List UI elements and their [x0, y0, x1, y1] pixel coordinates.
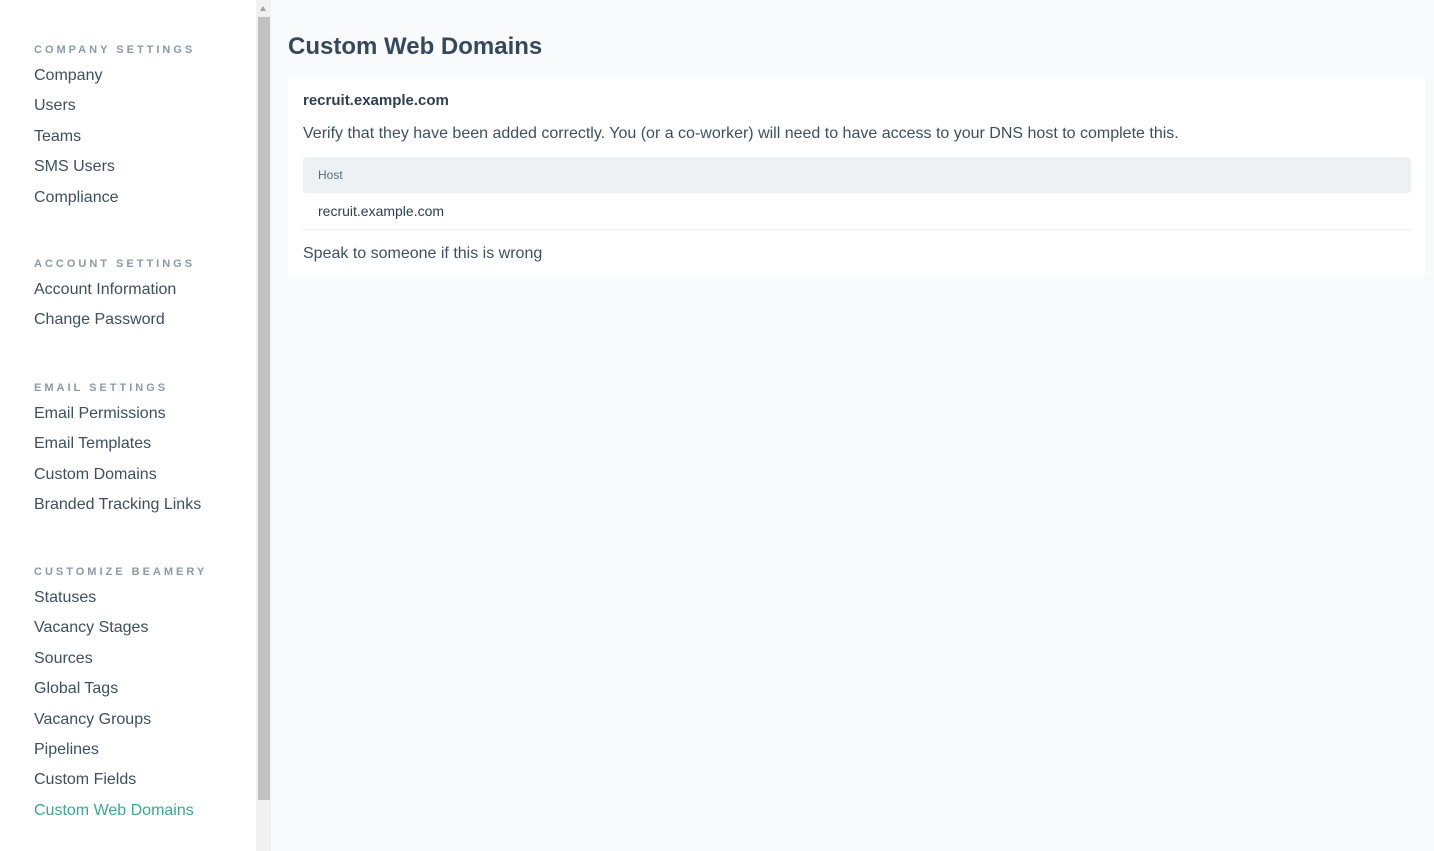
sidebar-item-statuses[interactable]: Statuses — [34, 583, 207, 613]
sidebar-item-email-permissions[interactable]: Email Permissions — [34, 399, 201, 429]
section-heading: CUSTOMIZE BEAMERY — [34, 566, 208, 578]
sidebar-scrollbar[interactable] — [256, 0, 271, 851]
domain-card: recruit.example.com Verify that they hav… — [288, 77, 1425, 277]
sidebar-item-compliance[interactable]: Compliance — [34, 183, 195, 213]
sidebar-section-company-settings: COMPANY SETTINGS Company Users Teams SMS… — [34, 43, 195, 213]
sidebar-item-custom-domains[interactable]: Custom Domains — [34, 460, 201, 490]
sidebar-item-account-information[interactable]: Account Information — [34, 275, 195, 305]
column-header-host: Host — [318, 168, 343, 182]
sidebar-item-vacancy-groups[interactable]: Vacancy Groups — [34, 705, 207, 735]
sidebar-item-branded-tracking-links[interactable]: Branded Tracking Links — [34, 490, 201, 520]
sidebar-item-change-password[interactable]: Change Password — [34, 305, 195, 335]
sidebar-item-sources[interactable]: Sources — [34, 644, 207, 674]
main-content: Custom Web Domains recruit.example.com V… — [271, 0, 1434, 851]
sidebar-section-account-settings: ACCOUNT SETTINGS Account Information Cha… — [34, 257, 195, 336]
scrollbar-thumb[interactable] — [258, 17, 270, 800]
section-heading: EMAIL SETTINGS — [34, 382, 169, 394]
sidebar-item-global-tags[interactable]: Global Tags — [34, 674, 207, 704]
scroll-up-arrow-icon[interactable] — [256, 0, 271, 17]
domain-title: recruit.example.com — [303, 92, 449, 109]
sidebar-item-teams[interactable]: Teams — [34, 122, 195, 152]
page-title: Custom Web Domains — [288, 33, 543, 60]
sidebar-item-users[interactable]: Users — [34, 91, 195, 121]
table-header: Host — [303, 157, 1411, 193]
sidebar-item-company[interactable]: Company — [34, 61, 195, 91]
sidebar-item-custom-web-domains[interactable]: Custom Web Domains — [34, 796, 207, 826]
app-window: COMPANY SETTINGS Company Users Teams SMS… — [0, 0, 1434, 851]
speak-to-someone-link[interactable]: Speak to someone if this is wrong — [303, 243, 542, 265]
section-heading: COMPANY SETTINGS — [34, 44, 196, 56]
section-heading: ACCOUNT SETTINGS — [34, 258, 196, 270]
table-row: recruit.example.com — [303, 193, 1411, 230]
sidebar-section-customize-beamery: CUSTOMIZE BEAMERY Statuses Vacancy Stage… — [34, 565, 207, 826]
verification-description: Verify that they have been added correct… — [303, 125, 1179, 142]
dns-table: Host recruit.example.com — [303, 157, 1411, 230]
sidebar-section-email-settings: EMAIL SETTINGS Email Permissions Email T… — [34, 381, 201, 521]
host-cell: recruit.example.com — [318, 203, 445, 219]
sidebar-item-pipelines[interactable]: Pipelines — [34, 735, 207, 765]
sidebar-item-sms-users[interactable]: SMS Users — [34, 152, 195, 182]
sidebar-item-vacancy-stages[interactable]: Vacancy Stages — [34, 613, 207, 643]
sidebar-item-email-templates[interactable]: Email Templates — [34, 429, 201, 459]
settings-sidebar: COMPANY SETTINGS Company Users Teams SMS… — [0, 0, 256, 851]
sidebar-item-custom-fields[interactable]: Custom Fields — [34, 765, 207, 795]
